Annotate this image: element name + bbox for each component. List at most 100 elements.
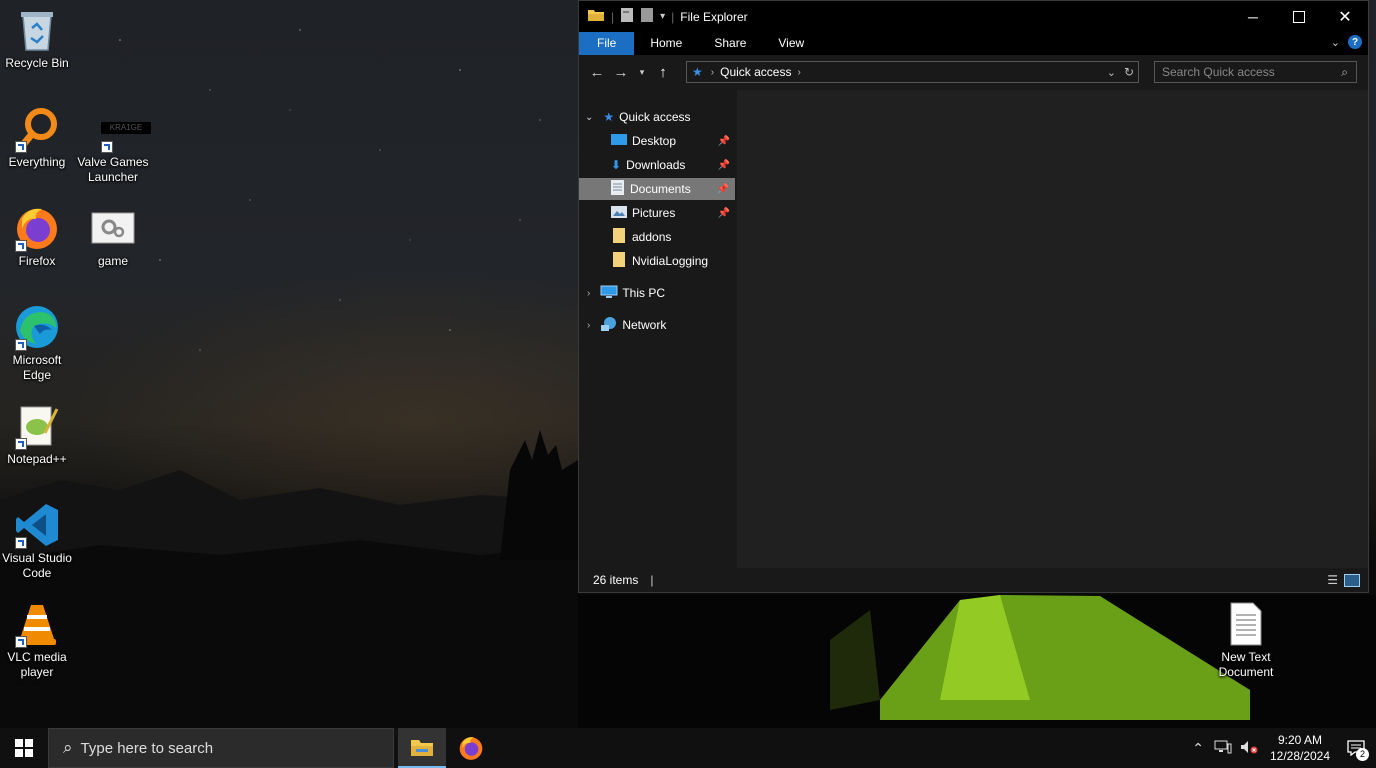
tab-home[interactable]: Home (634, 32, 698, 55)
firefox-icon (459, 737, 483, 760)
shortcut-arrow-icon (15, 141, 27, 153)
star-icon: ★ (603, 110, 615, 124)
desktop-icon-microsoft-edge[interactable]: Microsoft Edge (0, 303, 74, 383)
action-center-button[interactable]: 2 (1336, 728, 1376, 768)
pin-icon[interactable]: 📌 (718, 160, 730, 171)
desktop-icon-firefox[interactable]: Firefox (0, 204, 74, 269)
status-separator: | (650, 573, 654, 587)
nav-label: Desktop (632, 134, 677, 148)
collapsed-chevron-icon[interactable]: › (587, 288, 590, 299)
pin-icon[interactable]: 📌 (717, 184, 729, 195)
nav-quick-access[interactable]: ⌄ ★ Quick access (579, 106, 736, 128)
nav-network[interactable]: › Network (579, 314, 736, 336)
nav-label: addons (632, 230, 672, 244)
recent-locations-button[interactable]: ▾ (633, 67, 651, 78)
folder-icon (411, 740, 433, 756)
details-view-icon[interactable]: ☰ (1327, 573, 1338, 587)
refresh-icon[interactable]: ↻ (1124, 65, 1134, 79)
expanded-chevron-icon[interactable]: ⌄ (585, 112, 593, 123)
minimize-icon: ─ (1248, 8, 1258, 25)
folder-icon (587, 8, 605, 25)
up-button[interactable]: ↑ (651, 64, 675, 81)
nav-item-documents[interactable]: Documents 📌 (579, 178, 735, 200)
tab-file[interactable]: File (579, 32, 635, 55)
pin-icon[interactable]: 📌 (718, 136, 730, 147)
file-list-pane[interactable] (737, 90, 1368, 568)
taskbar-file-explorer[interactable] (398, 728, 446, 768)
network-icon[interactable] (1214, 740, 1232, 757)
collapsed-chevron-icon[interactable]: › (587, 320, 590, 331)
back-button[interactable]: ← (585, 64, 609, 81)
status-bar: 26 items | ☰ (579, 568, 1368, 592)
valve-launcher-icon: KRA1GE (89, 120, 151, 153)
minimize-button[interactable]: ─ (1230, 1, 1276, 32)
new-folder-icon[interactable] (640, 7, 654, 26)
nav-item-addons[interactable]: addons (579, 226, 736, 248)
desktop-icon-vlc[interactable]: VLC media player (0, 600, 74, 680)
nav-label: This PC (622, 286, 666, 300)
customize-toolbar-chevron-icon[interactable]: ▾ (660, 11, 665, 22)
breadcrumb-quick-access[interactable]: Quick access (720, 65, 791, 79)
taskbar-firefox[interactable] (447, 728, 495, 768)
file-explorer-window[interactable]: | ▾ | File Explorer ─ ✕ File Home Share … (578, 0, 1369, 593)
address-bar[interactable]: ★ › Quick access › ⌄ ↻ (686, 61, 1139, 83)
properties-icon[interactable] (620, 7, 634, 26)
folder-icon (613, 252, 625, 270)
recycle-bin-icon (13, 6, 61, 54)
tab-view[interactable]: View (762, 32, 820, 55)
nav-label: Downloads (626, 158, 686, 172)
nav-label: Pictures (632, 206, 676, 220)
large-icons-view-icon[interactable] (1344, 573, 1360, 587)
maximize-icon (1293, 10, 1305, 23)
desktop-icon-recycle-bin[interactable]: Recycle Bin (0, 6, 74, 71)
toolbar-separator: | (611, 9, 615, 24)
desktop-icon-new-text-document[interactable]: New Text Document (1209, 600, 1283, 680)
forward-button[interactable]: → (609, 64, 633, 81)
nav-label: NvidiaLogging (632, 254, 709, 268)
navigation-pane: ⌄ ★ Quick access Desktop 📌 ⬇ Downloads 📌… (579, 90, 736, 568)
clock[interactable]: 9:20 AM 12/28/2024 (1264, 732, 1336, 764)
search-input[interactable]: Search Quick access ⌕ (1154, 61, 1357, 83)
download-icon: ⬇ (611, 158, 622, 172)
tab-share[interactable]: Share (698, 32, 762, 55)
nav-this-pc[interactable]: › This PC (579, 282, 736, 304)
breadcrumb-chevron-icon[interactable]: › (797, 67, 800, 78)
close-button[interactable]: ✕ (1322, 1, 1368, 32)
desktop-icon-label: Notepad++ (7, 452, 67, 466)
document-icon (611, 180, 624, 198)
shortcut-arrow-icon (15, 438, 27, 450)
expand-ribbon-chevron-icon[interactable]: ⌄ (1331, 36, 1340, 49)
nav-item-desktop[interactable]: Desktop 📌 (579, 130, 736, 152)
breadcrumb-separator-icon: › (710, 66, 715, 78)
desktop-icon-game[interactable]: game (76, 204, 150, 269)
nav-label: Documents (630, 182, 691, 196)
shortcut-arrow-icon (101, 141, 113, 153)
desktop-icon-everything[interactable]: Everything (0, 105, 74, 170)
nav-item-nvidialogging[interactable]: NvidiaLogging (579, 250, 736, 272)
close-icon: ✕ (1338, 8, 1352, 26)
desktop-icon-valve-games-launcher[interactable]: KRA1GE Valve Games Launcher (76, 120, 151, 185)
star-icon: ★ (692, 65, 703, 79)
desktop-icon-visual-studio-code[interactable]: Visual Studio Code (0, 501, 74, 581)
pin-icon[interactable]: 📌 (718, 208, 730, 219)
shortcut-arrow-icon (15, 537, 27, 549)
volume-muted-icon[interactable] (1240, 740, 1258, 757)
shortcut-arrow-icon (15, 339, 27, 351)
notepad-plus-plus-icon (13, 402, 61, 450)
nav-item-pictures[interactable]: Pictures 📌 (579, 202, 736, 224)
ribbon-tabs: File Home Share View ⌄ ? (579, 32, 1368, 55)
shortcut-arrow-icon (15, 636, 27, 648)
show-hidden-icons-chevron-icon[interactable]: ⌃ (1192, 740, 1204, 757)
title-bar[interactable]: | ▾ | File Explorer ─ ✕ (579, 1, 1368, 32)
navigation-bar: ← → ▾ ↑ ★ › Quick access › ⌄ ↻ Search Qu… (579, 55, 1368, 90)
address-dropdown-chevron-icon[interactable]: ⌄ (1107, 66, 1116, 79)
edge-icon (13, 303, 61, 351)
desktop-icon-label: Everything (8, 155, 66, 169)
help-icon[interactable]: ? (1348, 35, 1362, 49)
nav-item-downloads[interactable]: ⬇ Downloads 📌 (579, 154, 736, 176)
notification-count-badge: 2 (1356, 748, 1369, 761)
desktop-icon-notepad-plus-plus[interactable]: Notepad++ (0, 402, 74, 467)
maximize-button[interactable] (1276, 1, 1322, 32)
taskbar-search-box[interactable]: ⌕ Type here to search (48, 728, 394, 768)
start-button[interactable] (0, 728, 48, 768)
